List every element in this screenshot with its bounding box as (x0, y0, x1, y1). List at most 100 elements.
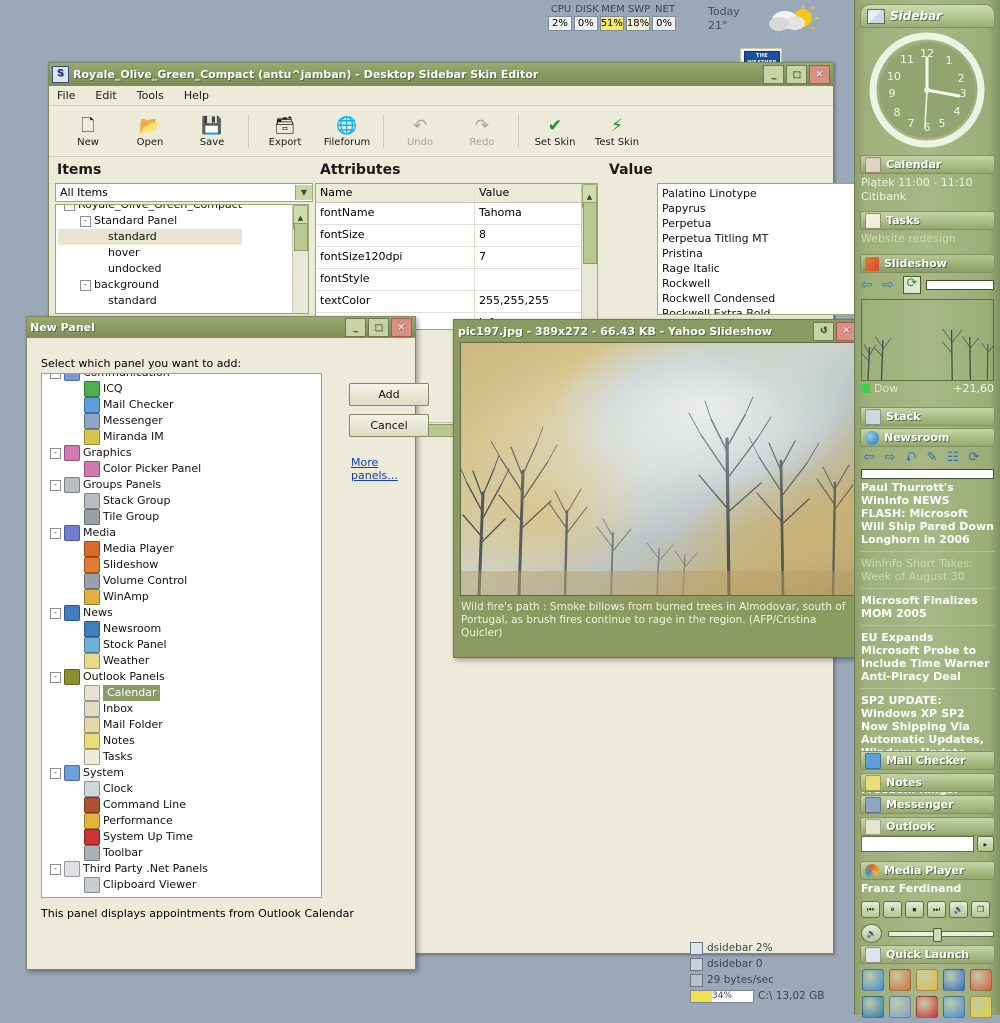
panel-catalog-node[interactable]: Notes (44, 733, 208, 749)
quick-launch-header-bar[interactable]: Quick Launch (860, 945, 995, 964)
menu-tools[interactable]: Tools (137, 89, 164, 102)
volume-slider-knob[interactable] (932, 927, 942, 942)
attribute-row[interactable]: fontStyle (316, 269, 581, 291)
skin-editor-titlebar[interactable]: S Royale_Olive_Green_Compact (antu^jamba… (49, 63, 833, 86)
panel-catalog-tree[interactable]: - CommunicationICQ Mail Checker Messenger Mi… (42, 374, 210, 897)
collapse-icon[interactable]: - (50, 767, 61, 779)
new-panel-titlebar[interactable]: New Panel _ □ ✕ (27, 317, 415, 338)
items-tree-node[interactable]: hover (58, 245, 242, 261)
panel-catalog-node[interactable]: - Groups Panels (44, 477, 208, 493)
next-arrow-icon[interactable]: ⇨ (882, 450, 898, 466)
minimize-button[interactable]: _ (763, 65, 784, 84)
close-button[interactable]: ✕ (391, 318, 412, 337)
panel-launcher-bar[interactable]: Notes (860, 773, 995, 792)
menu-file[interactable]: File (57, 89, 75, 102)
word-icon[interactable] (943, 969, 965, 991)
stack-header-bar[interactable]: Stack (860, 407, 995, 426)
value-list-item[interactable]: Rockwell Condensed (662, 291, 852, 306)
panel-catalog-node[interactable]: Slideshow (44, 557, 208, 573)
next-arrow-icon[interactable]: ⇨ (882, 277, 898, 293)
items-tree-node[interactable]: undocked (58, 261, 242, 277)
panel-catalog-node[interactable]: - Media (44, 525, 208, 541)
panel-catalog-node[interactable]: Toolbar (44, 845, 208, 861)
calendar-header-bar[interactable]: Calendar (860, 155, 995, 174)
collapse-icon[interactable]: - (80, 215, 91, 227)
media-player-header-bar[interactable]: Media Player (860, 861, 995, 880)
panel-catalog-node[interactable]: Tile Group (44, 509, 208, 525)
more-panels-link[interactable]: More panels... (351, 456, 415, 482)
toolbar-fileforum-button[interactable]: 🌐 Fileforum (316, 115, 378, 148)
toolbar-open-button[interactable]: 📂 Open (119, 115, 181, 148)
collapse-icon[interactable]: - (64, 205, 75, 211)
toolbar-new-button[interactable]: 🗋 New (57, 115, 119, 148)
panel-catalog-node[interactable]: Media Player (44, 541, 208, 557)
next-track-button[interactable]: ⏭ (927, 901, 946, 918)
attribute-value[interactable] (475, 269, 581, 290)
panel-catalog-node[interactable]: Stock Panel (44, 637, 208, 653)
internet-explorer-icon[interactable] (862, 969, 884, 991)
maximize-button[interactable]: □ (786, 65, 807, 84)
volume-slider[interactable] (888, 927, 994, 942)
slideshow-thumbnail[interactable] (861, 299, 994, 381)
news-headline[interactable]: Paul Thurrott's WinInfo NEWS FLASH: Micr… (855, 479, 1000, 548)
newsroom-header-bar[interactable]: Newsroom (860, 428, 995, 447)
mark-read-icon[interactable]: ⮏ (903, 450, 919, 466)
items-tree-scrollbar[interactable]: ▲ (292, 205, 308, 313)
picture-viewer-titlebar[interactable]: pic197.jpg - 389x272 - 66.43 KB - Yahoo … (454, 320, 861, 342)
panel-catalog-node[interactable]: Mail Folder (44, 717, 208, 733)
messenger-icon[interactable] (970, 969, 992, 991)
value-list-item[interactable]: Papyrus (662, 201, 852, 216)
panel-catalog-node[interactable]: Miranda IM (44, 429, 208, 445)
items-tree-node[interactable]: - Standard Panel (58, 213, 242, 229)
items-tree-node[interactable]: standard (58, 293, 242, 309)
sidebar-header[interactable]: Sidebar (860, 4, 995, 28)
attributes-scrollbar[interactable]: ▲ (581, 184, 597, 329)
edit-icon[interactable]: ✎ (924, 450, 940, 466)
task-item[interactable]: Website redesign (855, 230, 1000, 248)
scroll-thumb[interactable] (294, 223, 308, 251)
slideshow-progress-bar[interactable] (926, 280, 994, 290)
minimize-button[interactable]: _ (345, 318, 366, 337)
chevron-down-icon[interactable]: ▼ (295, 185, 312, 200)
collapse-icon[interactable]: - (50, 607, 61, 619)
pause-button[interactable]: ⏸ (883, 901, 902, 918)
value-list-item[interactable]: Rage Italic (662, 261, 852, 276)
panel-catalog-node[interactable]: - Third Party .Net Panels (44, 861, 208, 877)
menu-edit[interactable]: Edit (95, 89, 116, 102)
go-button[interactable]: ▸ (977, 836, 994, 852)
attribute-value[interactable]: 255,255,255 (475, 291, 581, 312)
volume-button[interactable]: 🔊 (949, 901, 968, 918)
items-filter-combo[interactable]: All Items ▼ (55, 183, 313, 202)
collapse-icon[interactable]: - (50, 374, 61, 379)
panel-catalog-node[interactable]: Mail Checker (44, 397, 208, 413)
panel-catalog-node[interactable]: Messenger (44, 413, 208, 429)
stop-button[interactable]: ⏹ (905, 901, 924, 918)
attribute-value[interactable]: Tahoma (475, 203, 581, 224)
cancel-button[interactable]: Cancel (349, 414, 429, 437)
tasks-header-bar[interactable]: Tasks (860, 211, 995, 230)
maximize-button[interactable]: □ (368, 318, 389, 337)
panel-catalog-node[interactable]: Color Picker Panel (44, 461, 208, 477)
stock-ticker-row[interactable]: Dow +21,60 (855, 382, 1000, 395)
news-headline[interactable]: EU Expands Microsoft Probe to Include Ti… (855, 629, 1000, 685)
attribute-row[interactable]: fontSize120dpi 7 (316, 247, 581, 269)
collapse-icon[interactable]: - (50, 671, 61, 683)
panel-catalog-node[interactable]: - News (44, 605, 208, 621)
panel-catalog-node[interactable]: ICQ (44, 381, 208, 397)
value-list-item[interactable]: Perpetua Titling MT (662, 231, 852, 246)
panel-catalog-node[interactable]: - Communication (44, 374, 208, 381)
news-headline[interactable]: Microsoft Finalizes MOM 2005 (855, 592, 1000, 622)
panel-catalog-node[interactable]: - System (44, 765, 208, 781)
panel-catalog-node[interactable]: Newsroom (44, 621, 208, 637)
book-icon[interactable]: ☷ (945, 450, 961, 466)
items-tree[interactable]: - Royale_Olive_Green_Compact - Standard Pan… (56, 205, 244, 313)
panel-catalog-node[interactable]: Tasks (44, 749, 208, 765)
panel-catalog-node[interactable]: System Up Time (44, 829, 208, 845)
panel-catalog-node[interactable]: WinAmp (44, 589, 208, 605)
attributes-rows[interactable]: fontName Tahoma fontSize 8 fontSize120dpi 7 fo… (316, 203, 581, 329)
panel-launcher-bar[interactable]: Mail Checker (860, 751, 995, 770)
attribute-value[interactable]: 7 (475, 247, 581, 268)
panel-catalog-node[interactable]: Performance (44, 813, 208, 829)
prev-arrow-icon[interactable]: ⇦ (861, 277, 877, 293)
collapse-icon[interactable]: - (50, 479, 61, 491)
